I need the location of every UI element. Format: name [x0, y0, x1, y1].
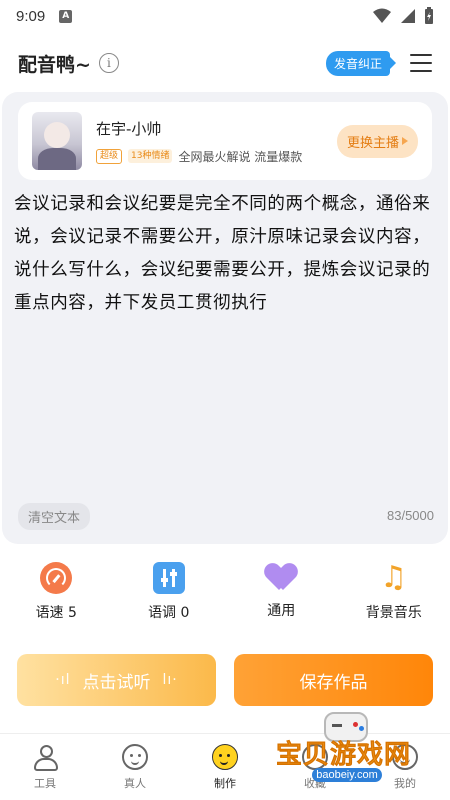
- nav-item-human[interactable]: 真人: [90, 734, 180, 800]
- status-time: 9:09: [16, 7, 46, 25]
- anchor-name: 在宇-小帅: [96, 119, 162, 138]
- site-watermark: 宝贝游戏网 baobeiy.com: [272, 712, 422, 790]
- sound-wave-icon: lı·: [162, 672, 178, 688]
- human-face-icon: [122, 744, 148, 770]
- tone-slider-icon: [152, 562, 185, 594]
- anchor-info: 在宇-小帅 超级 13种情绪 全网最火解说 流量爆款: [96, 118, 302, 165]
- clear-text-button[interactable]: 清空文本: [18, 503, 91, 530]
- tools-icon: [32, 744, 58, 771]
- app-header: 配音鸭~ i 发音纠正: [0, 40, 450, 86]
- pronunciation-correction-button[interactable]: 发音纠正: [325, 50, 397, 76]
- tone-label: 语调 0: [148, 605, 190, 621]
- make-face-icon: [212, 744, 238, 770]
- nav-label: 真人: [124, 777, 146, 790]
- anchor-card[interactable]: 在宇-小帅 超级 13种情绪 全网最火解说 流量爆款 更换主播: [18, 102, 432, 180]
- change-anchor-button[interactable]: 更换主播: [336, 124, 418, 158]
- char-count: 83/5000: [387, 508, 434, 523]
- anchor-description: 全网最火解说 流量爆款: [178, 149, 303, 164]
- nav-label: 制作: [214, 777, 236, 790]
- status-icons: [372, 7, 434, 25]
- voice-settings-row: 语速 5 语调 0 通用 ♫ 背景音乐: [0, 562, 450, 632]
- bgm-label: 背景音乐: [365, 605, 422, 621]
- tone-setting[interactable]: 语调 0: [113, 562, 226, 632]
- menu-icon[interactable]: [410, 54, 432, 72]
- nav-item-tools[interactable]: 工具: [0, 734, 90, 800]
- editor-panel: 在宇-小帅 超级 13种情绪 全网最火解说 流量爆款 更换主播 会议记录和会议纪…: [2, 92, 448, 544]
- listen-preview-button[interactable]: ·ıl 点击试听 lı·: [17, 654, 216, 706]
- anchor-avatar: [32, 112, 82, 170]
- sound-wave-icon: ·ıl: [55, 672, 71, 688]
- emotion-setting[interactable]: 通用: [225, 562, 338, 632]
- heart-icon: [265, 562, 297, 592]
- anchor-tags: 超级 13种情绪 全网最火解说 流量爆款: [96, 148, 302, 165]
- listen-label: 点击试听: [82, 672, 151, 693]
- a-icon: A: [59, 9, 73, 23]
- emotion-label: 通用: [267, 603, 296, 619]
- play-arrow-icon: [402, 137, 408, 145]
- script-text-area[interactable]: 会议记录和会议纪要是完全不同的两个概念，通俗来说，会议记录不需要公开，原汁原味记…: [14, 188, 438, 320]
- watermark-title: 宝贝游戏网: [276, 740, 412, 771]
- wifi-icon: [373, 8, 391, 23]
- info-icon[interactable]: i: [98, 53, 119, 73]
- status-bar: 9:09 A: [0, 0, 450, 32]
- speed-setting[interactable]: 语速 5: [0, 562, 113, 632]
- signal-icon: [401, 9, 415, 23]
- battery-icon: [425, 7, 433, 24]
- save-work-button[interactable]: 保存作品: [234, 654, 433, 706]
- bgm-setting[interactable]: ♫ 背景音乐: [338, 562, 450, 632]
- level-badge: 超级: [96, 148, 123, 164]
- speed-gauge-icon: [40, 562, 73, 594]
- music-note-icon: ♫: [380, 560, 408, 595]
- speed-label: 语速 5: [35, 605, 77, 621]
- app-title: 配音鸭~: [18, 53, 91, 76]
- nav-label: 工具: [34, 777, 56, 790]
- change-anchor-label: 更换主播: [346, 135, 399, 151]
- watermark-url: baobeiy.com: [312, 768, 382, 782]
- emotion-badge: 13种情绪: [128, 149, 173, 163]
- nav-item-make[interactable]: 制作: [180, 734, 270, 800]
